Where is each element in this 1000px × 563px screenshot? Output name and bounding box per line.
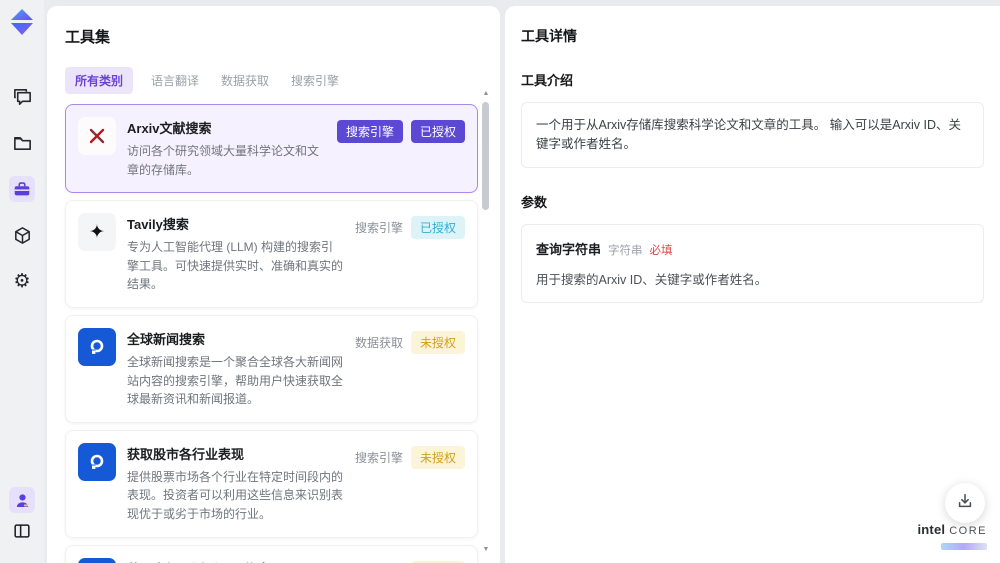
app-logo — [7, 7, 37, 37]
auth-status-badge: 未授权 — [410, 330, 465, 354]
folder-icon — [12, 133, 33, 154]
detail-title: 工具详情 — [521, 28, 577, 44]
sidebar-item-profile[interactable] — [9, 487, 35, 513]
tool-card-sector-performance[interactable]: 获取股市各行业表现 提供股票市场各个行业在特定时间段内的表现。投资者可以利用这些… — [65, 429, 478, 538]
intel-ultra-badge — [941, 543, 987, 551]
category-badge: 搜索引擎 — [336, 120, 403, 143]
tavily-logo-icon: ✦ — [78, 213, 116, 252]
gear-icon: ⚙ — [13, 270, 31, 292]
sidebar-item-panel-toggle[interactable] — [9, 518, 35, 544]
arxiv-logo-icon — [78, 117, 116, 155]
tool-card-arxiv[interactable]: Arxiv文献搜索 访问各个研究领域大量科学论文和文章的存储库。 搜索引擎 已授… — [65, 104, 478, 194]
news-app-logo-icon — [78, 442, 116, 481]
download-button[interactable] — [945, 483, 985, 523]
download-icon — [956, 492, 974, 515]
tool-card-global-news[interactable]: 全球新闻搜索 全球新闻搜索是一个聚合全球各大新闻网站内容的搜索引擎，帮助用户快速… — [65, 314, 478, 423]
param-required-flag: 必填 — [649, 244, 673, 257]
params-section-title: 参数 — [521, 194, 548, 210]
auth-status-badge: 已授权 — [410, 120, 465, 143]
page-title: 工具集 — [65, 29, 111, 46]
list-scrollbar: ▲ ▼ — [481, 90, 491, 555]
tool-description: 提供股票市场各个行业在特定时间段内的表现。投资者可以利用这些信息来识别表现优于或… — [127, 469, 344, 521]
core-brand-text: CORE — [949, 525, 987, 538]
chat-icon — [12, 87, 33, 108]
param-description: 用于搜索的Arxiv ID、关键字或作者姓名。 — [536, 272, 768, 287]
sidebar-item-tools[interactable] — [9, 176, 35, 202]
category-label: 搜索引擎 — [354, 450, 403, 465]
tab-all-categories[interactable]: 所有类别 — [65, 67, 134, 94]
tab-language-translation[interactable]: 语言翻译 — [147, 67, 203, 94]
news-app-logo-icon — [78, 557, 116, 563]
auth-status-badge: 已授权 — [410, 216, 465, 240]
param-card: 查询字符串 字符串 必填 用于搜索的Arxiv ID、关键字或作者姓名。 — [521, 223, 984, 303]
toolbox-icon — [12, 179, 32, 199]
scroll-down-arrow[interactable]: ▼ — [481, 546, 491, 553]
param-name: 查询字符串 — [536, 241, 602, 257]
tool-card-most-active-stocks[interactable]: 获取市场最活跃股票信息 提供当天交易量最高的股票列表，投资者可以利用这些信息来识… — [65, 544, 478, 563]
intel-brand-text: intel — [917, 522, 946, 538]
param-type: 字符串 — [608, 244, 643, 257]
tool-list: Arxiv文献搜索 访问各个研究领域大量科学论文和文章的存储库。 搜索引擎 已授… — [65, 104, 478, 563]
sidebar-item-packages[interactable] — [9, 222, 35, 248]
sidebar-rail: ⚙ — [0, 0, 44, 563]
sidebar-item-chat[interactable] — [9, 84, 35, 110]
category-label: 数据获取 — [354, 335, 403, 350]
tab-data-fetch[interactable]: 数据获取 — [217, 67, 273, 94]
tool-intro-text: 一个用于从Arxiv存储库搜索科学论文和文章的工具。 输入可以是Arxiv ID… — [521, 102, 984, 168]
tool-card-tavily[interactable]: ✦ Tavily搜索 专为人工智能代理 (LLM) 构建的搜索引擎工具。可快速提… — [65, 200, 478, 308]
category-tabs: 所有类别 语言翻译 数据获取 搜索引擎 — [65, 67, 500, 94]
tool-name: 获取市场最活跃股票信息 — [127, 559, 344, 563]
intro-section-title: 工具介绍 — [521, 73, 574, 88]
scroll-up-arrow[interactable]: ▲ — [481, 90, 491, 97]
category-label: 搜索引擎 — [354, 221, 403, 236]
tool-name: 全球新闻搜索 — [127, 331, 206, 347]
tab-search-engine[interactable]: 搜索引擎 — [287, 67, 343, 94]
tool-name: Tavily搜索 — [127, 217, 189, 233]
scrollbar-thumb[interactable] — [482, 102, 489, 210]
user-icon — [13, 491, 32, 510]
intel-core-logo: intel CORE — [917, 522, 987, 555]
cube-icon — [12, 225, 33, 246]
tool-name: Arxiv文献搜索 — [127, 121, 212, 136]
tool-description: 全球新闻搜索是一个聚合全球各大新闻网站内容的搜索引擎，帮助用户快速获取全球最新资… — [127, 354, 344, 407]
tool-description: 专为人工智能代理 (LLM) 构建的搜索引擎工具。可快速提供实时、准确和真实的结… — [127, 240, 344, 292]
tool-name: 获取股市各行业表现 — [127, 446, 245, 462]
auth-status-badge: 未授权 — [410, 445, 465, 469]
panel-toggle-icon — [12, 521, 32, 541]
sidebar-item-files[interactable] — [9, 130, 35, 156]
tool-list-panel: 工具集 所有类别 语言翻译 数据获取 搜索引擎 Arxiv文献搜索 访问各个研究… — [47, 6, 500, 563]
tool-description: 访问各个研究领域大量科学论文和文章的存储库。 — [127, 144, 320, 177]
news-app-logo-icon — [78, 327, 116, 366]
sidebar-item-settings[interactable]: ⚙ — [9, 268, 35, 294]
tool-detail-panel: 工具详情 工具介绍 一个用于从Arxiv存储库搜索科学论文和文章的工具。 输入可… — [505, 6, 1000, 563]
